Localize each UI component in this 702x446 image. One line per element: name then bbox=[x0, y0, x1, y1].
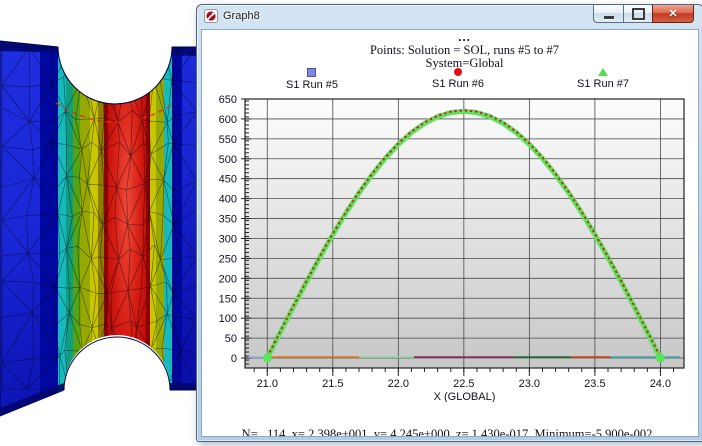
close-icon: ✕ bbox=[668, 7, 677, 20]
legend-label: S1 Run #7 bbox=[577, 78, 629, 90]
window-titlebar[interactable]: Graph8 ✕ bbox=[197, 5, 702, 27]
legend-item-run5[interactable]: S1 Run #5 bbox=[286, 68, 338, 91]
svg-text:21.0: 21.0 bbox=[257, 378, 278, 390]
legend-item-run6[interactable]: S1 Run #6 bbox=[432, 68, 484, 90]
fea-model bbox=[0, 0, 200, 441]
svg-text:50: 50 bbox=[225, 333, 237, 345]
status-minimum-line: N= 114, x= 2.398e+001, y= 4.245e+000, z=… bbox=[202, 428, 692, 437]
legend-item-run7[interactable]: S1 Run #7 bbox=[577, 68, 629, 90]
svg-text:550: 550 bbox=[219, 134, 237, 146]
svg-text:100: 100 bbox=[219, 313, 237, 325]
svg-text:200: 200 bbox=[219, 273, 237, 285]
model-viewport[interactable] bbox=[0, 0, 200, 446]
graph-window: Graph8 ✕ ... Points: Solution = SOL, run… bbox=[196, 4, 702, 442]
legend-circle-icon bbox=[454, 68, 462, 76]
window-title: Graph8 bbox=[223, 10, 260, 22]
svg-text:400: 400 bbox=[219, 194, 237, 206]
maximize-icon bbox=[632, 8, 645, 20]
chart-client-area: ... Points: Solution = SOL, runs #5 to #… bbox=[201, 29, 699, 437]
svg-text:250: 250 bbox=[219, 253, 237, 265]
legend-triangle-icon bbox=[598, 68, 608, 76]
svg-text:150: 150 bbox=[219, 293, 237, 305]
svg-text:23.5: 23.5 bbox=[584, 378, 605, 390]
chart-title-block: ... Points: Solution = SOL, runs #5 to #… bbox=[229, 31, 699, 70]
minimize-icon bbox=[604, 16, 614, 19]
maximize-button[interactable] bbox=[623, 5, 653, 23]
svg-text:350: 350 bbox=[219, 214, 237, 226]
screenshot-stage: Graph8 ✕ ... Points: Solution = SOL, run… bbox=[0, 0, 702, 446]
svg-text:300: 300 bbox=[219, 233, 237, 245]
plot-contents: 0 50 100 150 200 250 300 350 400 450 500 550 600 650 2… bbox=[219, 94, 684, 402]
svg-text:600: 600 bbox=[219, 114, 237, 126]
svg-text:24.0: 24.0 bbox=[650, 378, 671, 390]
svg-text:22.0: 22.0 bbox=[388, 378, 409, 390]
plot-area[interactable]: 0 50 100 150 200 250 300 350 400 450 500 550 600 650 2… bbox=[202, 92, 699, 402]
svg-text:450: 450 bbox=[219, 174, 237, 186]
close-button[interactable]: ✕ bbox=[652, 5, 694, 23]
legend-square-icon bbox=[307, 68, 316, 77]
svg-text:500: 500 bbox=[219, 154, 237, 166]
svg-text:21.5: 21.5 bbox=[322, 378, 343, 390]
legend-label: S1 Run #5 bbox=[286, 79, 338, 91]
svg-text:0: 0 bbox=[231, 353, 237, 365]
status-block: N= 114, x= 2.398e+001, y= 4.245e+000, z=… bbox=[202, 402, 692, 437]
legend-label: S1 Run #6 bbox=[432, 78, 484, 90]
graph-app-icon bbox=[204, 9, 218, 23]
svg-text:X (GLOBAL): X (GLOBAL) bbox=[434, 391, 496, 402]
minimize-button[interactable] bbox=[593, 5, 624, 23]
svg-text:650: 650 bbox=[219, 94, 237, 106]
svg-text:22.5: 22.5 bbox=[453, 378, 474, 390]
svg-text:23.0: 23.0 bbox=[519, 378, 540, 390]
